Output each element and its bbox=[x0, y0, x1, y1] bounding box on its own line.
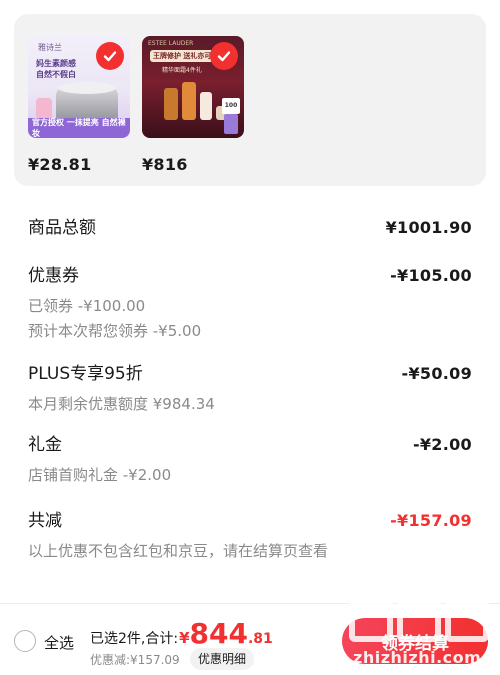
product-image-bottle bbox=[200, 92, 212, 120]
gift-money-value: -¥2.00 bbox=[412, 435, 472, 454]
select-all-radio[interactable] bbox=[14, 630, 36, 652]
product-price: ¥28.81 bbox=[28, 155, 92, 174]
plus-remaining-text: 本月剩余优惠额度 ¥984.34 bbox=[28, 395, 215, 413]
select-all-label[interactable]: 全选 bbox=[44, 632, 74, 653]
total-discount-value: -¥157.09 bbox=[390, 511, 472, 530]
discount-amount-text: 优惠减:¥157.09 bbox=[90, 653, 180, 667]
gift-money-label: 礼金 bbox=[28, 435, 62, 455]
selected-products-card: 雅诗兰 妈生素颜感 自然不假白 官方授权 一抹提亮 自然裸妆 ¥28.81 ES… bbox=[14, 14, 486, 186]
product-image-topbar: ESTEE LAUDER bbox=[148, 40, 194, 47]
product-image-headline: 妈生素颜感 自然不假白 bbox=[36, 59, 76, 79]
product-image[interactable]: ESTEE LAUDER 王牌修护 送礼亦可 精华面霜4件礼 100 bbox=[142, 36, 244, 138]
product-item[interactable]: ESTEE LAUDER 王牌修护 送礼亦可 精华面霜4件礼 100 ¥816 bbox=[142, 36, 244, 174]
discount-note-text: 以上优惠不包含红包和京豆，请在结算页查看 bbox=[28, 542, 329, 560]
plus-discount-label: PLUS专享95折 bbox=[28, 364, 143, 384]
product-image-brand: 雅诗兰 bbox=[38, 43, 62, 52]
discount-detail-button[interactable]: 优惠明细 bbox=[190, 648, 255, 670]
coupon-estimate-text: 预计本次帮您领券 -¥5.00 bbox=[28, 322, 202, 340]
selected-count-text: 已选2件,合计: bbox=[90, 631, 179, 647]
product-price: ¥816 bbox=[142, 155, 188, 174]
total-amount-decimal: .81 bbox=[247, 631, 273, 647]
plus-discount-value: -¥50.09 bbox=[401, 364, 472, 383]
product-image-tag: 100 bbox=[222, 98, 240, 114]
coupon-claimed-text: 已领券 -¥100.00 bbox=[28, 297, 146, 315]
product-image-jar-lid bbox=[58, 82, 116, 94]
total-currency-symbol: ¥ bbox=[179, 629, 190, 647]
product-image-bottle bbox=[164, 88, 178, 120]
plus-discount-row[interactable]: PLUS专享95折 -¥50.09 bbox=[28, 359, 472, 384]
gift-money-detail-text: 店铺首购礼金 -¥2.00 bbox=[28, 466, 172, 484]
coupon-value: -¥105.00 bbox=[390, 266, 472, 285]
total-discount-label: 共减 bbox=[28, 511, 62, 531]
checkout-bar: 全选 已选2件,合计: ¥ 844 .81 优惠减:¥157.09 优惠明细 领… bbox=[0, 603, 500, 675]
total-amount-integer: 844 bbox=[189, 617, 248, 650]
goods-total-label: 商品总额 bbox=[28, 218, 96, 238]
product-image-bottle bbox=[182, 82, 196, 120]
goods-total-value: ¥1001.90 bbox=[385, 218, 472, 237]
product-item[interactable]: 雅诗兰 妈生素颜感 自然不假白 官方授权 一抹提亮 自然裸妆 ¥28.81 bbox=[28, 36, 130, 174]
product-image[interactable]: 雅诗兰 妈生素颜感 自然不假白 官方授权 一抹提亮 自然裸妆 bbox=[28, 36, 130, 138]
coupon-label: 优惠券 bbox=[28, 266, 79, 286]
total-discount-row: 共减 -¥157.09 bbox=[28, 506, 472, 531]
selected-total-line: 已选2件,合计: ¥ 844 .81 bbox=[90, 620, 273, 648]
coupon-row[interactable]: 优惠券 -¥105.00 bbox=[28, 261, 472, 286]
goods-total-row: 商品总额 ¥1001.90 bbox=[28, 213, 472, 238]
product-image-banner: 官方授权 一抹提亮 自然裸妆 bbox=[28, 118, 130, 138]
selected-check-icon[interactable] bbox=[96, 42, 124, 70]
checkout-button[interactable]: 领券结算 bbox=[342, 618, 488, 664]
selected-check-icon[interactable] bbox=[210, 42, 238, 70]
product-image-subtitle: 精华面霜4件礼 bbox=[162, 67, 202, 74]
gift-money-row[interactable]: 礼金 -¥2.00 bbox=[28, 430, 472, 455]
product-image-headline: 王牌修护 送礼亦可 bbox=[150, 50, 214, 62]
product-image-gift-box bbox=[224, 114, 238, 134]
